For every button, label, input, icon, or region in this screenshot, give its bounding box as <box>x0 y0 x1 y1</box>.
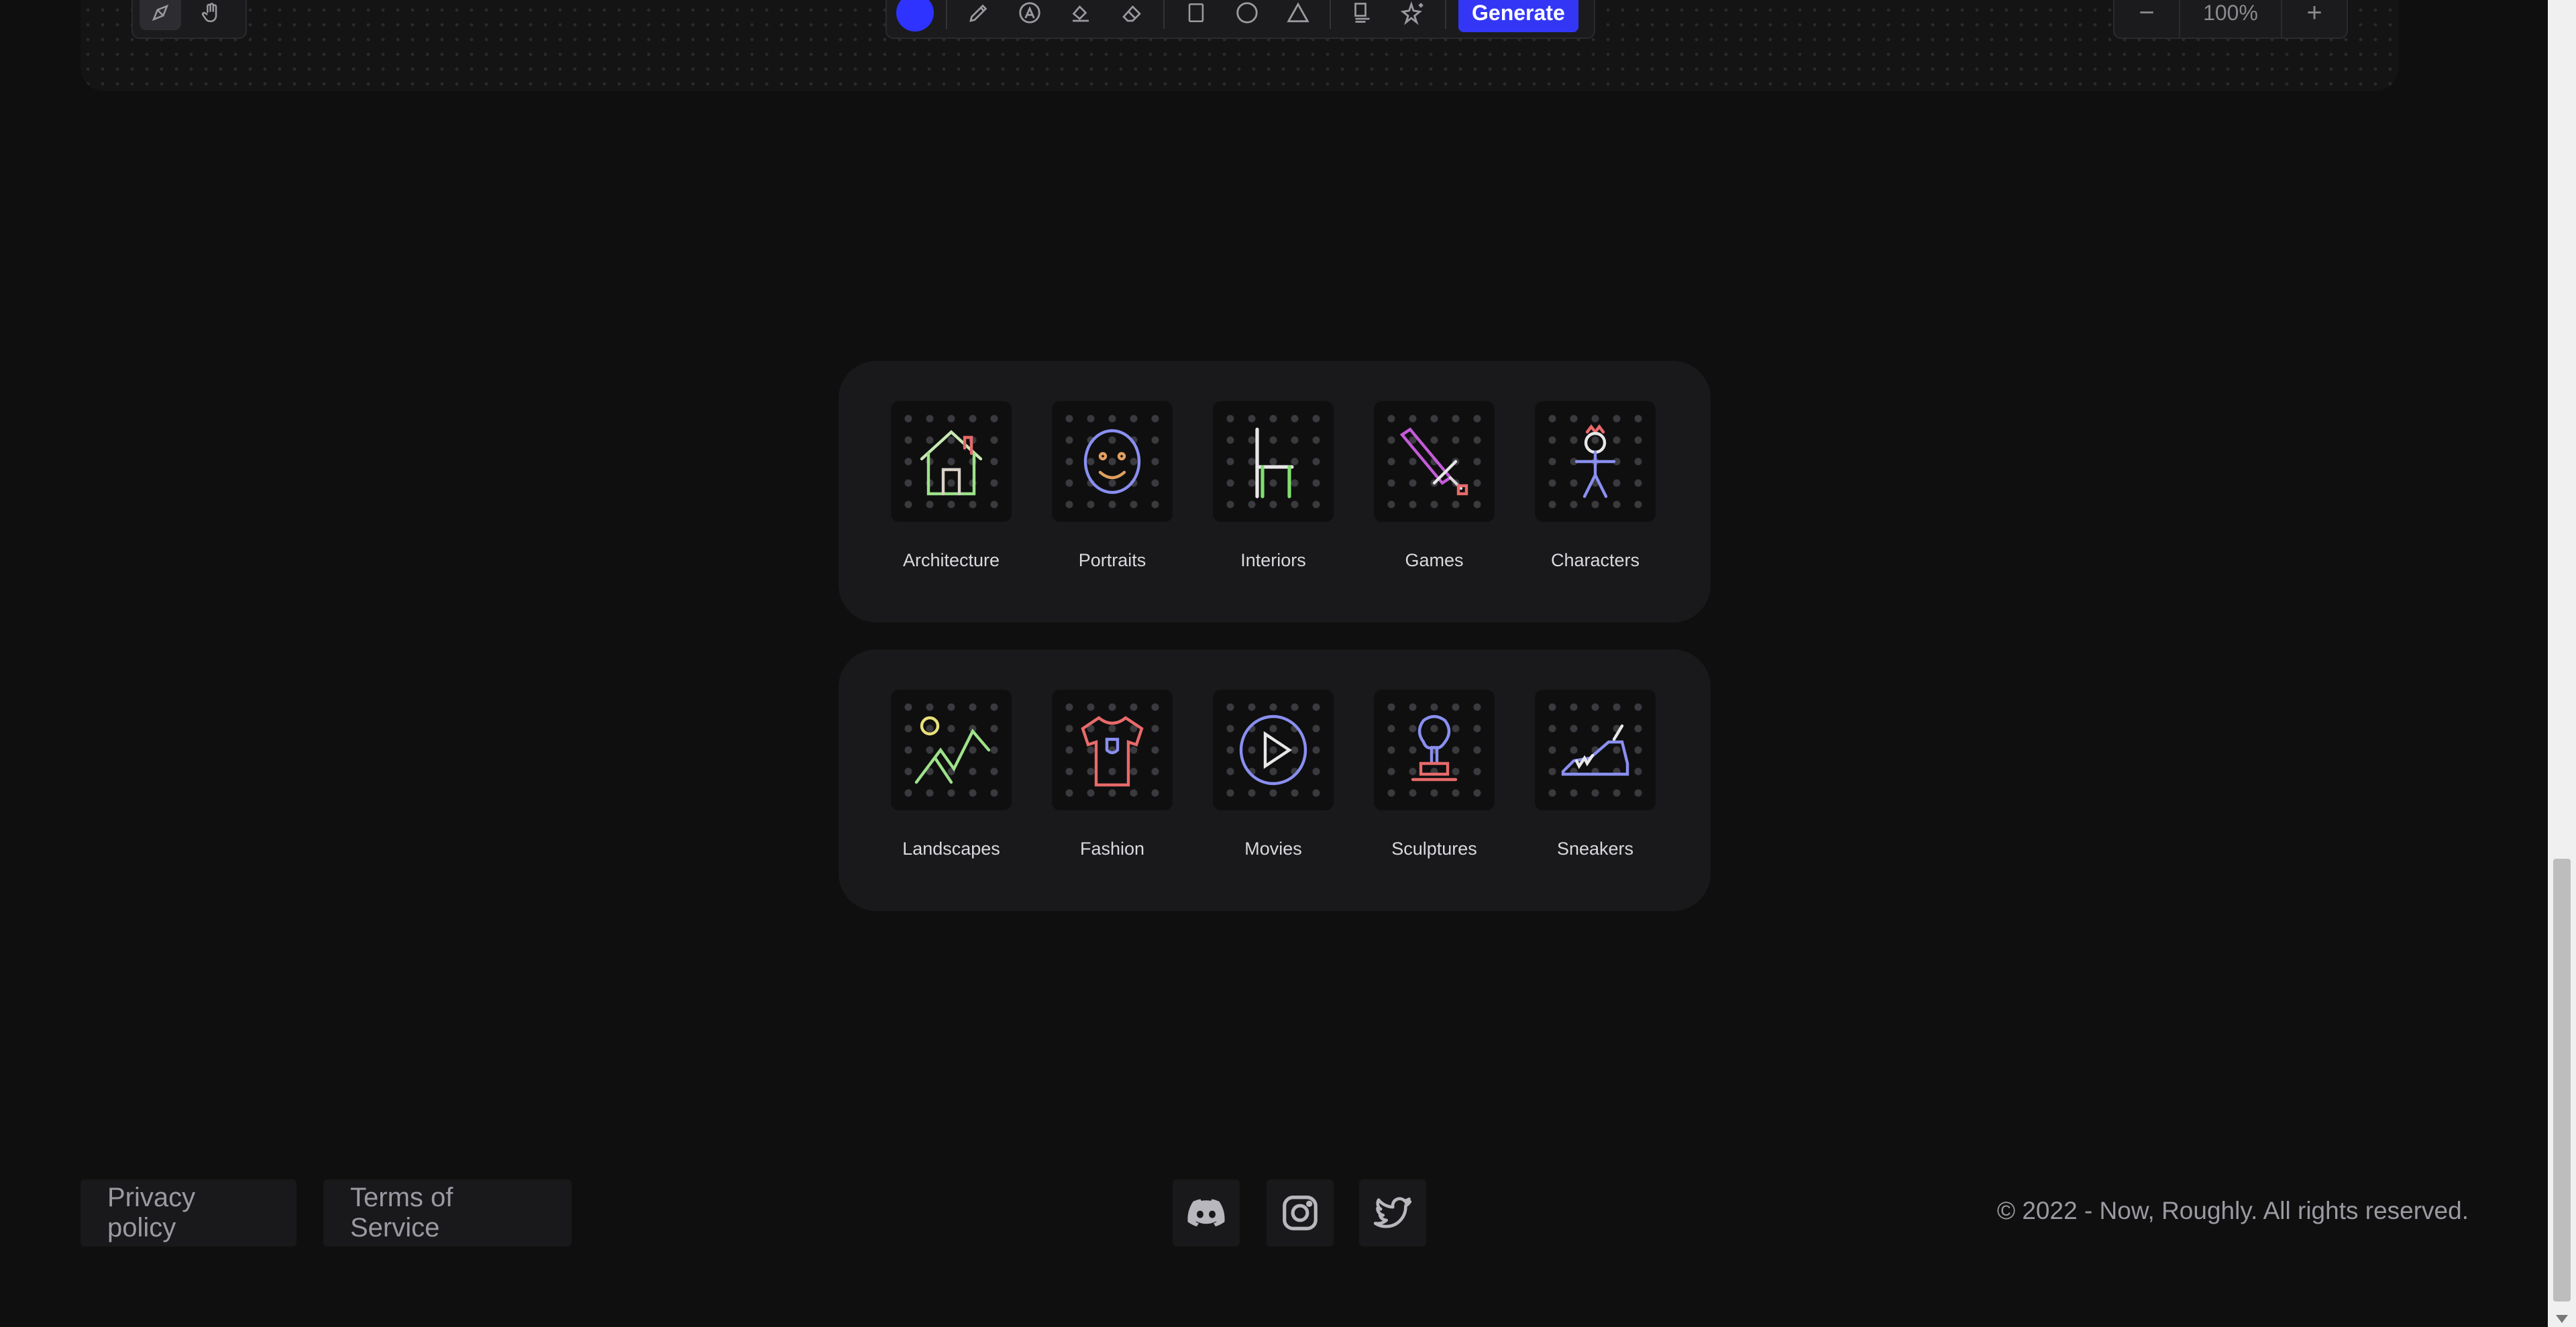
sparkle-icon <box>1401 1 1424 25</box>
page-scrollbar[interactable] <box>2548 0 2576 1327</box>
color-picker[interactable] <box>896 0 934 32</box>
category-label: Sneakers <box>1556 839 1634 859</box>
category-thumbnail[interactable] <box>1213 690 1334 810</box>
sword-icon <box>1399 427 1468 496</box>
category-thumbnail[interactable] <box>1374 690 1495 810</box>
zoom-control: − 100% + <box>2113 0 2348 39</box>
fill-icon <box>1072 5 1089 22</box>
category-label: Architecture <box>902 550 1000 570</box>
category-label: Interiors <box>1240 550 1306 570</box>
category-interiors[interactable]: Interiors <box>1213 401 1334 571</box>
toolbar-divider <box>946 0 947 29</box>
circle-tool-button[interactable] <box>1228 0 1267 32</box>
pencil-icon <box>969 4 987 22</box>
category-label: Landscapes <box>902 839 1000 859</box>
category-thumbnail[interactable] <box>1374 401 1495 522</box>
twitter-icon <box>1373 1197 1412 1228</box>
mode-toolbar <box>131 0 247 39</box>
rectangle-tool-button[interactable] <box>1177 0 1216 32</box>
rectangle-icon <box>1188 3 1204 23</box>
category-thumbnail[interactable] <box>891 401 1012 522</box>
category-thumbnail[interactable] <box>1052 401 1173 522</box>
category-sculptures[interactable]: Sculptures <box>1374 690 1495 859</box>
select-icon <box>152 4 169 21</box>
sparkle-tool-button[interactable] <box>1394 0 1433 32</box>
instagram-link[interactable] <box>1267 1179 1334 1246</box>
scroll-down-arrow-icon[interactable] <box>2556 1315 2568 1323</box>
circle-icon <box>1236 2 1258 23</box>
category-thumbnail[interactable] <box>1213 401 1334 522</box>
pencil-tool-button[interactable] <box>959 0 998 32</box>
privacy-policy-link[interactable]: Privacy policy <box>80 1179 297 1246</box>
zoom-in-button[interactable]: + <box>2282 0 2347 38</box>
eraser-icon <box>1122 5 1141 22</box>
pen-tool-button[interactable] <box>1010 0 1049 32</box>
category-sneakers[interactable]: Sneakers <box>1535 690 1656 859</box>
chair-icon <box>1255 427 1294 498</box>
text-icon <box>1354 3 1370 23</box>
category-portraits[interactable]: Portraits <box>1052 401 1173 571</box>
generate-button[interactable]: Generate <box>1458 0 1578 32</box>
category-label: Games <box>1405 550 1464 570</box>
category-characters[interactable]: Characters <box>1535 401 1656 571</box>
category-thumbnail[interactable] <box>1535 690 1656 810</box>
scrollbar-thumb[interactable] <box>2553 859 2571 1302</box>
house-icon <box>920 430 983 496</box>
drawing-toolbar: Generate <box>885 0 1595 39</box>
category-label: Movies <box>1244 839 1302 859</box>
zoom-out-button[interactable]: − <box>2114 0 2179 38</box>
category-label: Characters <box>1550 550 1640 570</box>
toolbar-divider <box>1445 0 1446 29</box>
triangle-icon <box>1287 2 1309 23</box>
category-label: Portraits <box>1078 550 1146 570</box>
category-landscapes[interactable]: Landscapes <box>891 690 1012 859</box>
category-panel-2: Landscapes Fashion Movies Sculptures Sne… <box>839 649 1711 911</box>
select-tool-button[interactable] <box>140 0 181 30</box>
category-label: Sculptures <box>1391 839 1477 859</box>
category-movies[interactable]: Movies <box>1213 690 1334 859</box>
fill-tool-button[interactable] <box>1061 0 1100 32</box>
category-thumbnail[interactable] <box>1052 690 1173 810</box>
category-thumbnail[interactable] <box>891 690 1012 810</box>
copyright-text: © 2022 - Now, Roughly. All rights reserv… <box>1996 1197 2469 1224</box>
discord-icon <box>1187 1199 1225 1227</box>
category-architecture[interactable]: Architecture <box>891 401 1012 571</box>
discord-link[interactable] <box>1173 1179 1240 1246</box>
terms-of-service-link[interactable]: Terms of Service <box>323 1179 572 1246</box>
category-panel-1: Architecture Portraits Interiors Games C… <box>839 361 1711 623</box>
category-fashion[interactable]: Fashion <box>1052 690 1173 859</box>
instagram-icon <box>1283 1196 1318 1230</box>
pen-icon <box>1019 2 1040 23</box>
stick-figure-icon <box>1574 424 1616 498</box>
toolbar-divider <box>1163 0 1165 29</box>
text-tool-button[interactable] <box>1343 0 1382 32</box>
category-label: Fashion <box>1079 839 1145 859</box>
hand-icon <box>201 3 217 23</box>
hand-tool-button[interactable] <box>191 0 232 30</box>
face-icon <box>1083 429 1141 494</box>
eraser-tool-button[interactable] <box>1112 0 1151 32</box>
category-thumbnail[interactable] <box>1535 401 1656 522</box>
play-icon <box>1239 714 1307 786</box>
toolbar-divider <box>1330 0 1331 29</box>
mountains-icon <box>914 716 991 784</box>
sneaker-icon <box>1561 724 1629 776</box>
category-games[interactable]: Games <box>1374 401 1495 571</box>
triangle-tool-button[interactable] <box>1279 0 1318 32</box>
bust-icon <box>1411 714 1458 782</box>
zoom-level: 100% <box>2179 0 2282 38</box>
tshirt-icon <box>1081 716 1144 787</box>
twitter-link[interactable] <box>1359 1179 1426 1246</box>
